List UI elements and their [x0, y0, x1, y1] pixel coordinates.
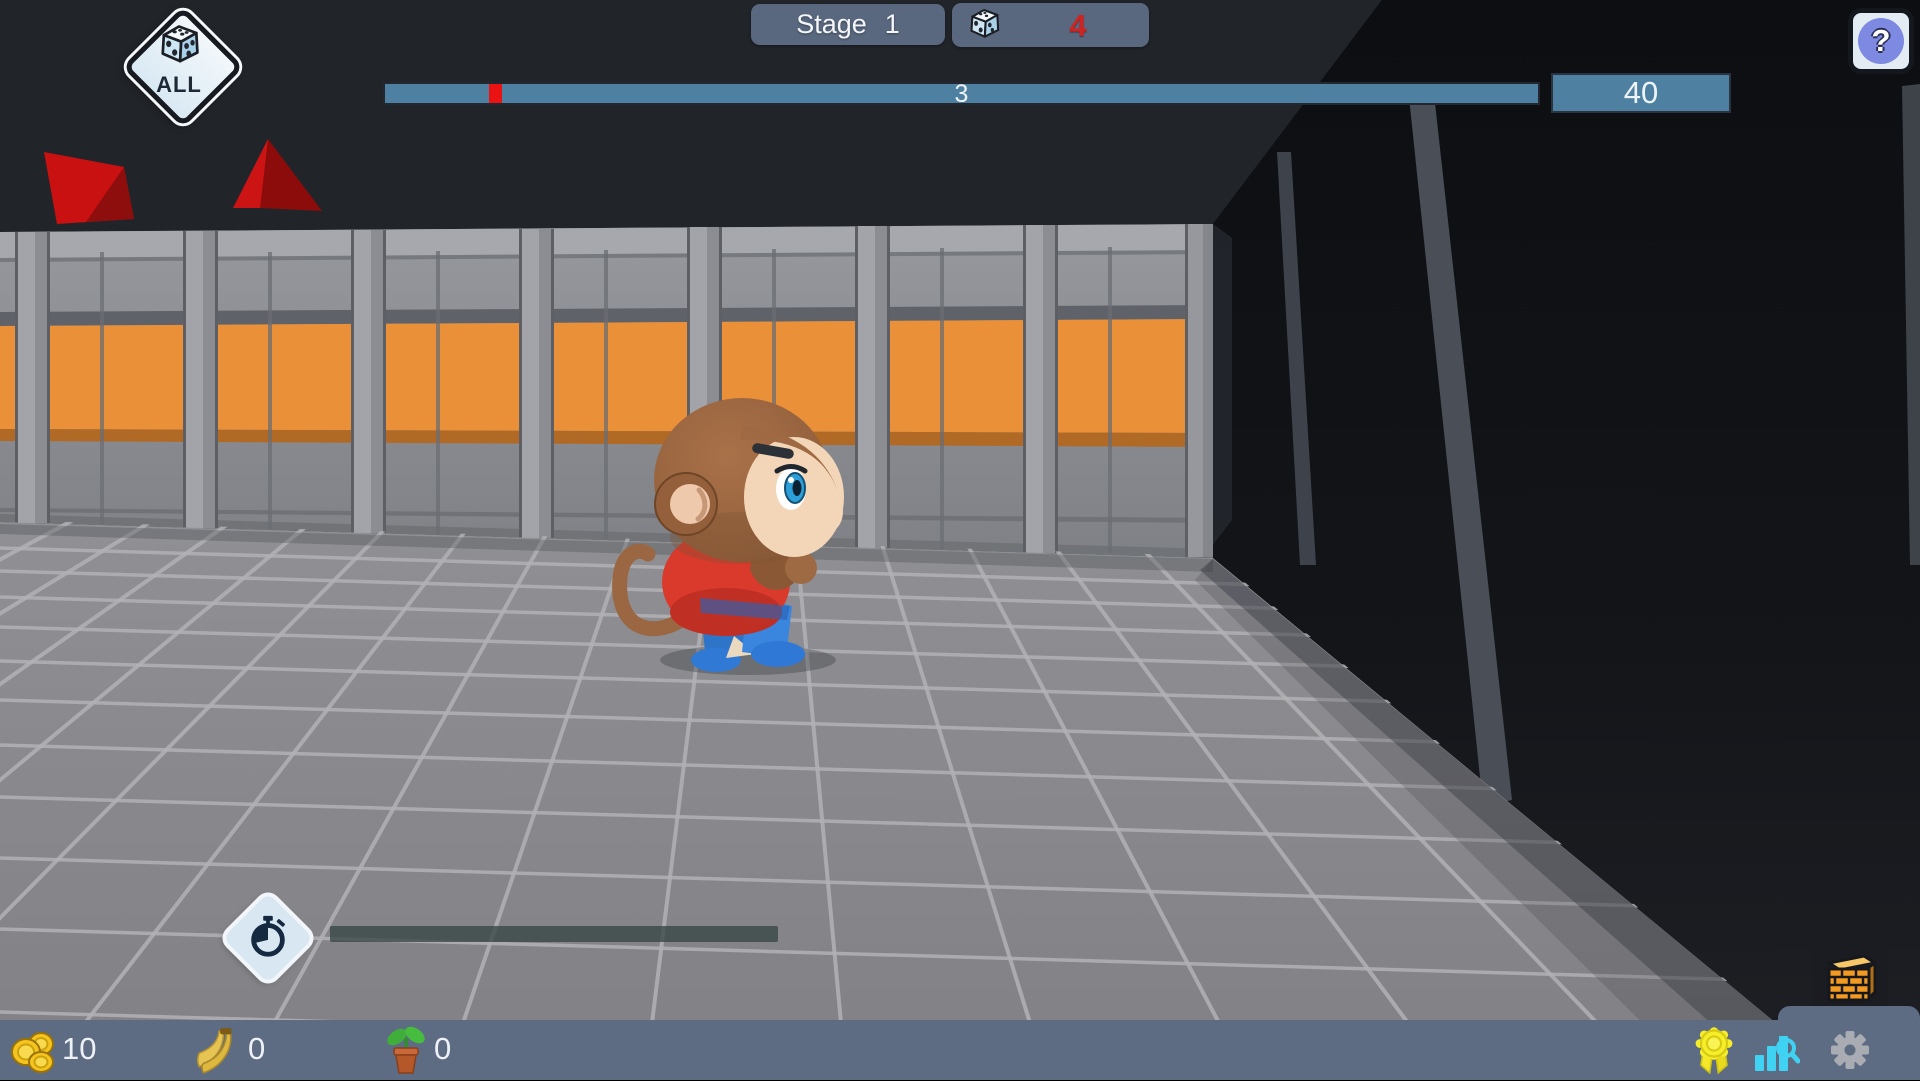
dice-count-value: 4 [1048, 8, 1108, 44]
stats-icon [1750, 1028, 1800, 1076]
stage-label: Stage [796, 9, 867, 40]
help-button[interactable]: ? [1848, 8, 1914, 74]
build-brick-button[interactable] [1812, 940, 1888, 1016]
banana-icon [192, 1026, 242, 1076]
stage-panel: Stage 1 [751, 4, 945, 45]
dice-icon [964, 5, 1004, 45]
progress-total-box: 40 [1551, 73, 1731, 113]
brick-wall-icon [1820, 948, 1880, 1008]
settings-gear-icon [1826, 1026, 1874, 1074]
dice-icon [153, 20, 205, 72]
progress-total: 40 [1624, 75, 1658, 111]
plant-count: 0 [434, 1031, 451, 1067]
achievements-button[interactable] [1688, 1024, 1740, 1076]
question-mark-icon: ? [1872, 23, 1891, 59]
dice-mode-label: ALL [124, 72, 234, 98]
progress-current: 3 [385, 80, 1538, 109]
stage-value: 1 [885, 9, 900, 40]
medal-icon [1688, 1024, 1740, 1076]
dice-mode-badge[interactable]: ALL [124, 6, 234, 118]
level-progress-bar: 3 [383, 82, 1540, 105]
question-circle: ? [1858, 18, 1904, 64]
sprout-icon [382, 1026, 430, 1076]
coin-icon [10, 1028, 58, 1074]
dice-counter-panel: 4 [952, 3, 1149, 47]
bottom-bar [0, 1020, 1920, 1080]
banana-count: 0 [248, 1031, 265, 1067]
stopwatch-icon [245, 914, 291, 960]
coin-count: 10 [62, 1031, 96, 1067]
stats-button[interactable] [1750, 1028, 1800, 1078]
timer-badge [220, 890, 316, 986]
settings-button[interactable] [1826, 1026, 1876, 1076]
timer-progress-bar [330, 926, 778, 942]
